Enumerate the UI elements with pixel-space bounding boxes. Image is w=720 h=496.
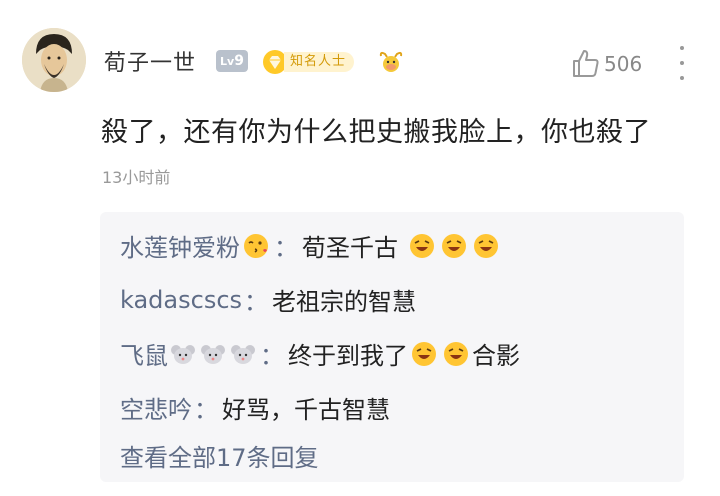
kiss-emoji: [244, 233, 268, 258]
avatar-portrait: [22, 28, 86, 92]
laugh-emoji: [442, 233, 466, 258]
avatar[interactable]: [22, 28, 86, 92]
laugh-emoji: [474, 233, 498, 258]
reply-author[interactable]: 水莲钟爱粉: [120, 228, 240, 263]
reply-item[interactable]: 飞鼠 ： 终于到我了 合影: [120, 336, 520, 371]
reply-item[interactable]: 空悲吟 ： 好骂，千古智慧: [120, 390, 390, 425]
more-vertical-icon[interactable]: [678, 46, 686, 80]
mouse-icon: [171, 344, 195, 364]
reply-text: 终于到我了: [288, 342, 408, 370]
reply-author[interactable]: 空悲吟: [120, 390, 192, 425]
view-all-replies-link[interactable]: 查看全部17条回复: [120, 438, 319, 473]
mouse-icon: [231, 344, 255, 364]
reply-item[interactable]: 水莲钟爱粉 ： 荀圣千古: [120, 228, 502, 263]
reply-author[interactable]: kadascscs: [120, 286, 242, 314]
replies-panel: 水莲钟爱粉 ： 荀圣千古 kadascscs ： 老祖宗的智慧 飞鼠 ： 终于到…: [100, 212, 684, 482]
title-badge-label: 知名人士: [284, 52, 355, 72]
like-count: 506: [604, 52, 643, 76]
thumbs-up-icon[interactable]: [572, 48, 600, 78]
reply-author[interactable]: 飞鼠: [120, 336, 168, 371]
reply-text-2: 合影: [472, 342, 520, 370]
ox-zodiac-icon: [379, 51, 403, 72]
mouse-icon: [201, 344, 225, 364]
reply-text: 老祖宗的智慧: [272, 288, 417, 316]
reply-item[interactable]: kadascscs ： 老祖宗的智慧: [120, 282, 416, 317]
reply-text: 好骂，千古智慧: [222, 396, 390, 424]
laugh-emoji: [410, 233, 434, 258]
view-all-label[interactable]: 查看全部17条回复: [120, 438, 319, 473]
laugh-emoji: [412, 341, 436, 366]
laugh-emoji: [444, 341, 468, 366]
reply-text: 荀圣千古: [302, 234, 398, 262]
level-badge: Lv9: [216, 50, 248, 72]
comment-text: 殺了，还有你为什么把史搬我脸上，你也殺了: [101, 117, 651, 148]
title-badge: 知名人士: [262, 49, 355, 75]
comment-timestamp: 13小时前: [102, 168, 171, 187]
comment-author[interactable]: 荀子一世: [104, 45, 196, 77]
